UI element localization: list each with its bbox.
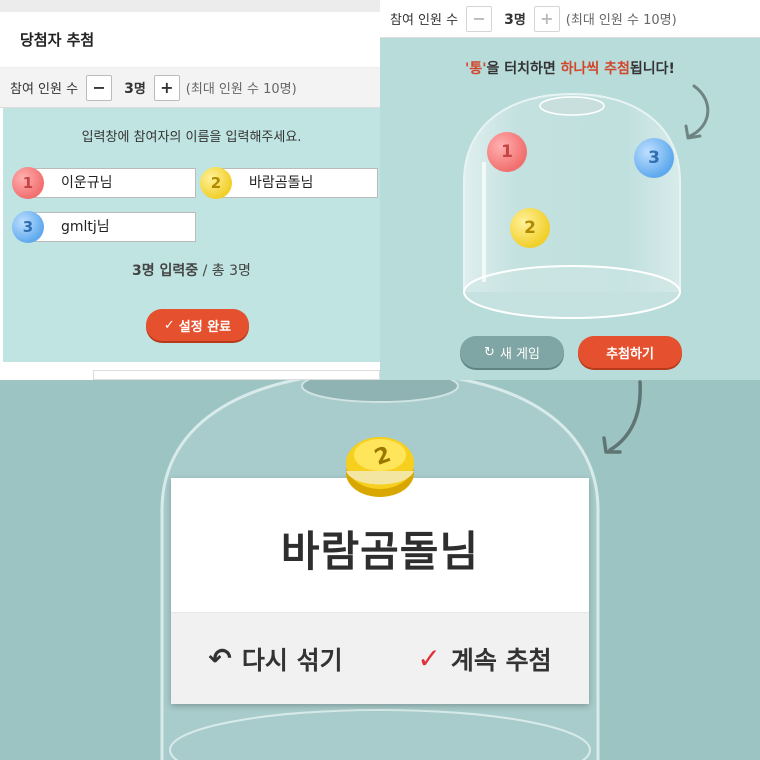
count-value: 3명 <box>124 78 146 97</box>
lottery-jar[interactable] <box>462 92 682 322</box>
max-count-note: (최대 인원 수 10명) <box>565 13 677 28</box>
participant-entry-3: gmltj님 3 <box>12 211 198 243</box>
checkmark-icon: ✓ <box>417 642 441 675</box>
count-unit: 명 <box>513 13 526 28</box>
draw-button[interactable]: 추첨하기 <box>578 336 682 368</box>
entry-instruction: 입력창에 참여자의 이름을 입력해주세요. <box>81 130 302 145</box>
entry-status-count: 3명 입력중 <box>132 263 199 279</box>
new-game-label: 새 게임 <box>499 346 540 362</box>
bottom-strip <box>93 370 380 380</box>
max-count-note: (최대 인원 수 10명) <box>185 82 297 97</box>
name-input-1[interactable]: 이운규님 <box>24 168 196 198</box>
result-actions: ↶ 다시 섞기 ✓ 계속 추첨 <box>171 612 589 704</box>
instruction-highlight: 하나씩 추첨 <box>560 61 630 77</box>
count-number: 3 <box>124 81 134 97</box>
continue-draw-button[interactable]: ✓ 계속 추첨 <box>380 613 589 704</box>
increase-button[interactable]: + <box>533 5 560 32</box>
draw-panel: 참여 인원 수 − 3명 + (최대 인원 수 10명) '통'을 터치하면 하… <box>380 0 760 380</box>
jar-ball-2: 2 <box>510 208 550 248</box>
count-value: 3명 <box>504 9 526 28</box>
curved-arrow-icon <box>684 84 710 140</box>
jar-ball-1: 1 <box>487 132 527 172</box>
top-bar <box>0 0 380 12</box>
instruction-part-b: 됩니다! <box>629 61 675 77</box>
count-label: 참여 인원 수 <box>10 82 79 97</box>
instruction-quote: '통' <box>465 61 487 77</box>
curved-arrow-icon <box>602 380 642 454</box>
entry-area: 입력창에 참여자의 이름을 입력해주세요. 이운규님 1 바람곰돌님 2 gml… <box>3 108 380 362</box>
draw-instruction: '통'을 터치하면 하나씩 추첨됩니다! <box>380 58 760 78</box>
ball-3-icon: 3 <box>12 211 44 243</box>
settings-panel: 당첨자 추첨 참여 인원 수 − 3명 + (최대 인원 수 10명) 입력창에… <box>0 0 380 380</box>
count-label: 참여 인원 수 <box>390 13 459 28</box>
ball-2-icon: 2 <box>200 167 232 199</box>
refresh-icon: ↻ <box>484 344 495 360</box>
instruction-part-a: 을 터치하면 <box>486 61 561 77</box>
collage-root: 당첨자 추첨 참여 인원 수 − 3명 + (최대 인원 수 10명) 입력창에… <box>0 0 760 760</box>
settings-done-label: 설정 완료 <box>178 319 232 335</box>
page-title: 당첨자 추첨 <box>0 12 380 68</box>
reshuffle-label: 다시 섞기 <box>241 645 343 675</box>
undo-arrow-icon: ↶ <box>208 642 232 675</box>
ball-1-icon: 1 <box>12 167 44 199</box>
continue-draw-label: 계속 추첨 <box>450 645 552 675</box>
result-card: 바람곰돌님 ↶ 다시 섞기 ✓ 계속 추첨 <box>171 478 589 704</box>
participant-count-row: 참여 인원 수 − 3명 + (최대 인원 수 10명) <box>0 68 380 108</box>
participant-entry-2: 바람곰돌님 2 <box>200 167 380 199</box>
entry-status: 3명 입력중 / 총 3명 <box>3 260 380 280</box>
check-icon: ✓ <box>163 317 175 333</box>
winner-ball-icon: 2 <box>346 437 414 497</box>
participant-entry-1: 이운규님 1 <box>12 167 198 199</box>
decrease-button[interactable]: − <box>466 5 493 32</box>
name-input-3[interactable]: gmltj님 <box>24 212 196 242</box>
settings-done-button[interactable]: ✓ 설정 완료 <box>146 309 249 341</box>
entry-status-total: / 총 3명 <box>198 263 251 279</box>
reshuffle-button[interactable]: ↶ 다시 섞기 <box>171 613 380 704</box>
increase-button[interactable]: + <box>153 74 180 101</box>
new-game-button[interactable]: ↻ 새 게임 <box>460 336 564 368</box>
count-unit: 명 <box>133 82 146 97</box>
name-input-2[interactable]: 바람곰돌님 <box>212 168 378 198</box>
winner-name: 바람곰돌님 <box>280 527 480 576</box>
participant-count-row: 참여 인원 수 − 3명 + (최대 인원 수 10명) <box>380 0 760 38</box>
jar-ball-3: 3 <box>634 138 674 178</box>
count-number: 3 <box>504 12 514 28</box>
decrease-button[interactable]: − <box>86 74 113 101</box>
result-panel: 바람곰돌님 ↶ 다시 섞기 ✓ 계속 추첨 2 <box>0 380 760 760</box>
